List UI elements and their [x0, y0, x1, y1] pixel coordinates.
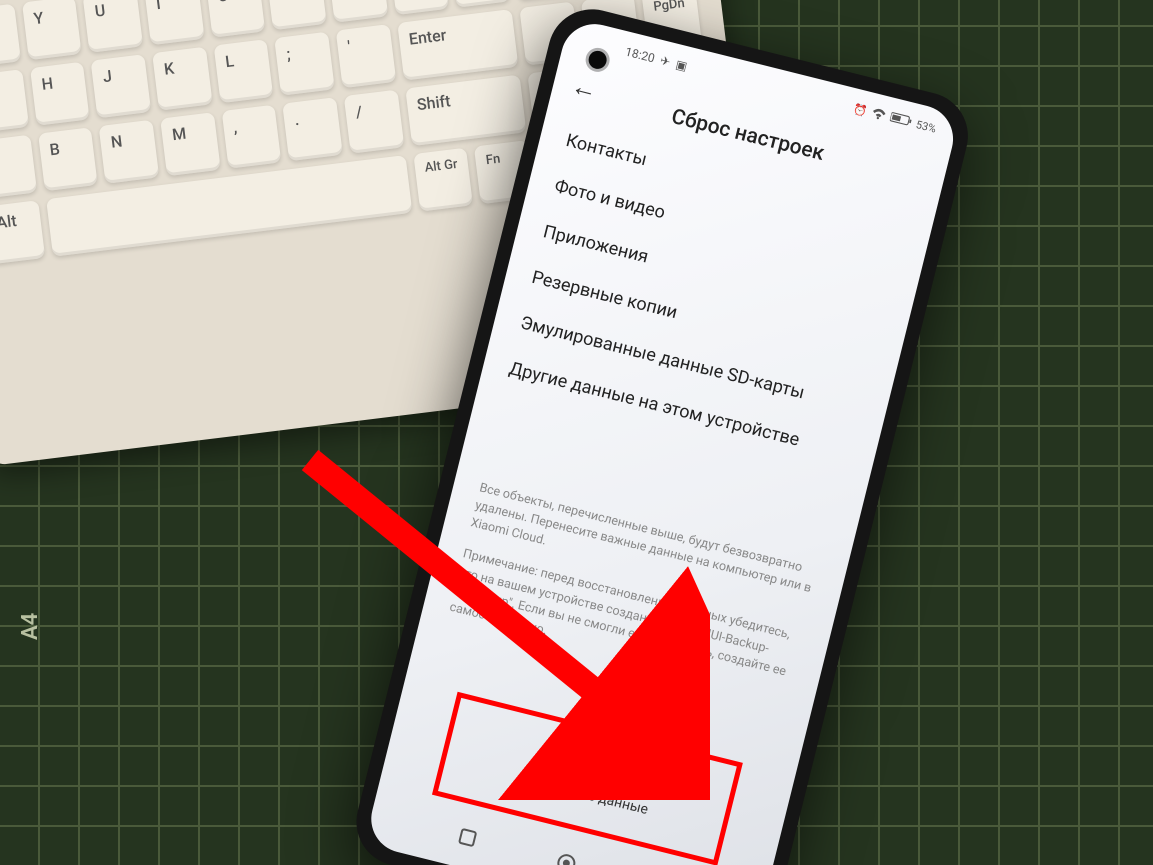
key-alt: Alt [0, 200, 45, 264]
key: V [0, 135, 37, 199]
key: , [221, 105, 281, 169]
scene: A4 T Y U I O P Х Ъ \ Del End Page Up G H… [0, 0, 1153, 865]
wifi-icon [870, 105, 887, 123]
key-enter: Enter [397, 9, 519, 81]
key: \ [450, 0, 510, 8]
status-screenshot-icon: ▣ [674, 57, 688, 73]
key: H [30, 62, 90, 126]
key-space [46, 155, 412, 257]
nav-home-button[interactable] [554, 851, 578, 865]
key: L [213, 39, 273, 103]
status-airplane-icon: ✈ [659, 53, 672, 69]
mat-size-label: A4 [18, 613, 43, 640]
info-text: Все объекты, перечисленные выше, будут б… [444, 479, 821, 714]
key: J [91, 54, 151, 118]
alarm-icon: ⏰ [852, 102, 868, 118]
key: U [83, 0, 143, 53]
battery-icon [888, 110, 913, 130]
key: I [144, 0, 204, 45]
key: ' [336, 24, 396, 88]
battery-percent: 53% [915, 118, 938, 136]
key: O [205, 0, 265, 38]
status-time: 18:20 [624, 45, 656, 66]
key-altgr: Alt Gr [413, 148, 473, 212]
key: / [344, 90, 404, 154]
key: Ъ [389, 0, 449, 15]
key: B [38, 127, 98, 191]
key: . [283, 97, 343, 161]
nav-recent-button[interactable] [457, 827, 481, 851]
key: ; [274, 32, 334, 96]
key: M [160, 112, 220, 176]
reset-items-list: Контакты Фото и видео Приложения Резервн… [507, 130, 909, 463]
reset-icon [573, 750, 607, 784]
list-item-other-data: Другие данные на этом устройстве [507, 358, 852, 463]
key: Y [22, 0, 82, 60]
key: K [152, 47, 212, 111]
key: P [266, 0, 326, 30]
key: N [99, 120, 159, 184]
key: Х [328, 0, 388, 23]
key: G [0, 69, 29, 133]
key-shift: Shift [405, 75, 527, 147]
key: T [0, 4, 21, 68]
